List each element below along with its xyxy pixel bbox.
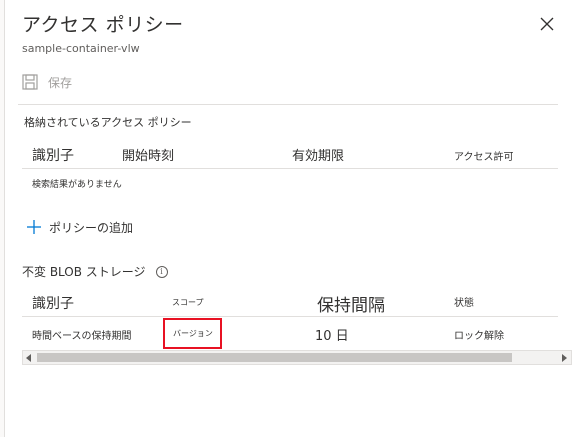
add-policy-label: ポリシーの追加 xyxy=(49,220,134,235)
scrollbar-thumb[interactable] xyxy=(37,353,512,362)
cell-state: ロック解除 xyxy=(454,331,504,342)
toolbar: 保存 xyxy=(22,70,72,94)
blade-subtitle: sample-container-vlw xyxy=(22,42,140,55)
column-header-scope: スコープ xyxy=(172,298,204,307)
column-header-state: 状態 xyxy=(454,298,474,309)
column-header-retention-interval: 保持間隔 xyxy=(317,296,385,316)
stored-policies-heading: 格納されているアクセス ポリシー xyxy=(24,116,192,129)
horizontal-scrollbar[interactable] xyxy=(22,350,572,365)
save-label: 保存 xyxy=(48,75,73,90)
close-icon xyxy=(540,17,554,31)
stored-policies-header-row: 識別子 開始時刻 有効期限 アクセス許可 xyxy=(22,141,558,169)
column-header-expiry: 有効期限 xyxy=(292,149,345,164)
toolbar-divider xyxy=(18,104,558,105)
column-header-identifier: 識別子 xyxy=(32,148,74,164)
save-button[interactable]: 保存 xyxy=(22,74,72,91)
immutable-storage-label: 不変 BLOB ストレージ xyxy=(22,265,146,279)
cell-retention-interval: 10 日 xyxy=(315,329,349,344)
blade-title: アクセス ポリシー xyxy=(22,14,184,36)
scroll-left-arrow-icon[interactable] xyxy=(26,354,31,362)
immutable-header-row: 識別子 スコープ 保持間隔 状態 xyxy=(22,287,558,317)
save-icon xyxy=(22,74,38,90)
info-icon[interactable]: i xyxy=(155,265,168,278)
plus-icon xyxy=(27,217,41,237)
scroll-right-arrow-icon[interactable] xyxy=(562,354,567,362)
cell-scope-highlighted[interactable]: バージョン xyxy=(163,318,222,349)
column-header-identifier: 識別子 xyxy=(32,296,74,312)
column-header-permissions: アクセス許可 xyxy=(454,152,514,163)
close-button[interactable] xyxy=(537,14,557,34)
add-policy-button[interactable]: ポリシーの追加 xyxy=(27,217,133,237)
immutable-storage-heading: 不変 BLOB ストレージ i xyxy=(22,263,168,280)
access-policy-blade: アクセス ポリシー sample-container-vlw 保存 格納されてい… xyxy=(5,0,585,437)
column-header-start-time: 開始時刻 xyxy=(122,149,175,164)
table-row[interactable]: 時間ベースの保持期間 バージョン 10 日 ロック解除 xyxy=(22,317,558,351)
empty-results-text: 検索結果がありません xyxy=(32,180,122,190)
cell-identifier: 時間ベースの保持期間 xyxy=(32,331,132,342)
